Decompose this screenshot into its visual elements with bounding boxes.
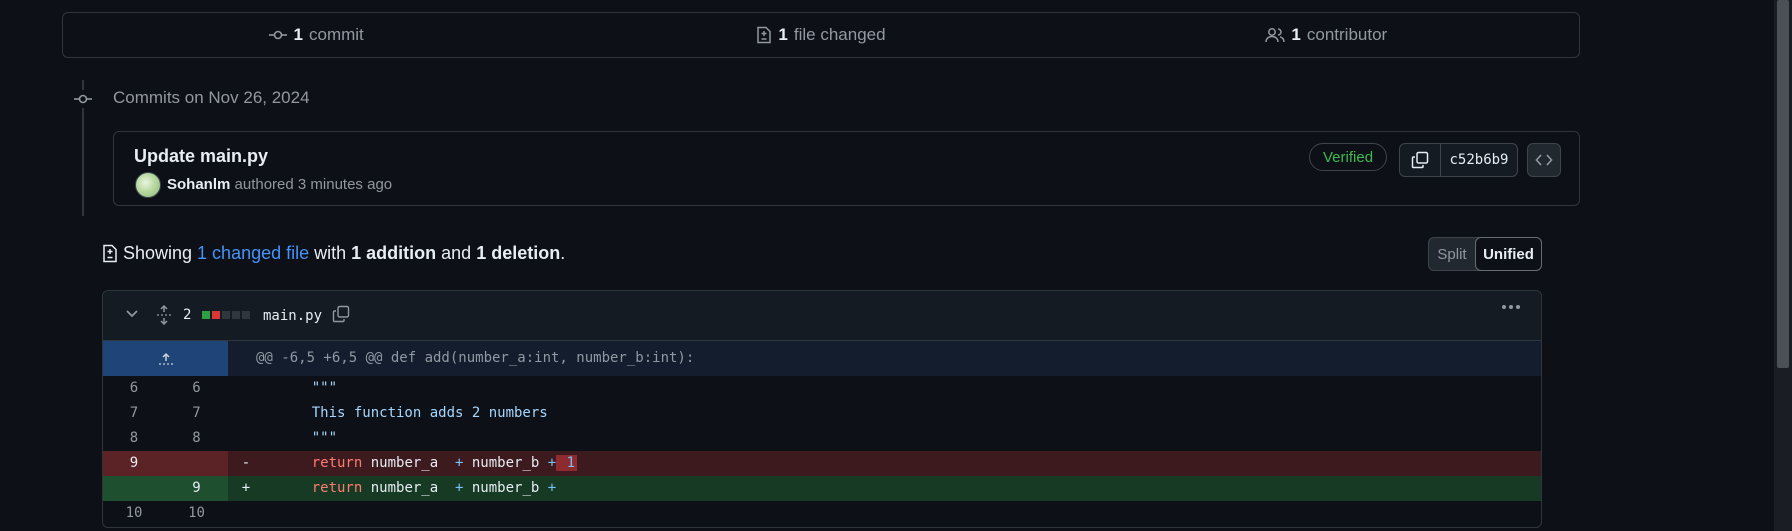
code-line: """ xyxy=(278,380,338,396)
page-scrollbar[interactable] xyxy=(1774,0,1792,531)
hunk-header-text: @@ -6,5 +6,5 @@ def add(number_a:int, nu… xyxy=(256,350,695,366)
commit-node-icon xyxy=(72,90,94,108)
new-line-number[interactable]: 7 xyxy=(165,401,228,426)
commit-summary-bar: 1 commit 1 file changed 1 contributor xyxy=(62,12,1580,58)
additions-count: 1 addition xyxy=(351,243,437,263)
diff-marker xyxy=(228,501,256,526)
file-diff: 2 main.py @@ -6,5 +6,5 @@ def add(number… xyxy=(102,290,1542,528)
new-line-number[interactable]: 9 xyxy=(165,476,228,501)
contributors-count: 1 xyxy=(1291,25,1301,44)
summary-commits[interactable]: 1 commit xyxy=(63,25,568,45)
old-line-number[interactable]: 6 xyxy=(103,376,165,401)
old-line-number[interactable]: 9 xyxy=(103,451,165,476)
diff-view-toggle: Split Unified xyxy=(1428,237,1542,271)
browse-repo-button[interactable] xyxy=(1527,143,1561,177)
diffstat-bar xyxy=(202,311,250,319)
author-link[interactable]: Sohanlm xyxy=(167,176,230,193)
commit-icon xyxy=(268,27,288,43)
old-line-number[interactable]: 8 xyxy=(103,426,165,451)
commits-date-heading: Commits on Nov 26, 2024 xyxy=(113,88,310,107)
diff-table: @@ -6,5 +6,5 @@ def add(number_a:int, nu… xyxy=(103,341,1541,526)
old-line-number[interactable]: 7 xyxy=(103,401,165,426)
copy-icon xyxy=(1411,151,1429,169)
diff-marker xyxy=(228,376,256,401)
code-line: return number_a + number_b + 1 xyxy=(311,455,578,471)
commit-sha-link[interactable]: c52b6b9 xyxy=(1441,144,1517,176)
author-line: Sohanlm authored 3 minutes ago xyxy=(167,176,392,193)
diffstat-square xyxy=(212,311,220,319)
summary-contributors[interactable]: 1 contributor xyxy=(1074,25,1579,45)
diff-marker xyxy=(228,426,256,451)
more-options-icon[interactable] xyxy=(1501,304,1521,310)
diffstat-square xyxy=(202,311,210,319)
deletions-count: 1 deletion xyxy=(476,243,561,263)
showing-with: with xyxy=(314,243,347,263)
commits-count: 1 xyxy=(293,25,303,44)
expand-up-icon xyxy=(158,352,174,366)
files-label: file changed xyxy=(793,25,886,44)
commits-label: commit xyxy=(309,25,364,44)
changed-files-link[interactable]: 1 changed file xyxy=(197,243,309,264)
diff-marker: - xyxy=(241,455,251,471)
diffstat-square xyxy=(222,311,230,319)
file-name-link[interactable]: main.py xyxy=(263,308,322,324)
new-line-number[interactable]: 10 xyxy=(165,501,228,526)
verified-badge[interactable]: Verified xyxy=(1309,143,1388,171)
diffstat-square xyxy=(232,311,240,319)
showing-prefix: Showing xyxy=(123,243,193,263)
showing-and: and xyxy=(441,243,472,263)
file-header: 2 main.py xyxy=(103,291,1541,341)
chevron-down-icon[interactable] xyxy=(125,309,139,319)
expand-up-button[interactable] xyxy=(103,341,228,376)
code-icon xyxy=(1535,153,1553,167)
diff-line: 6 6 """ xyxy=(103,376,1541,401)
commit-card: Update main.py Sohanlm authored 3 minute… xyxy=(113,131,1580,206)
added-line: 9 + return number_a + number_b + xyxy=(103,476,1541,501)
summary-files-changed[interactable]: 1 file changed xyxy=(568,25,1073,45)
hunk-header-row: @@ -6,5 +6,5 @@ def add(number_a:int, nu… xyxy=(103,341,1541,376)
new-line-number[interactable]: 6 xyxy=(165,376,228,401)
diff-summary-line: Showing 1 changed file with 1 addition a… xyxy=(102,243,565,264)
new-line-number[interactable] xyxy=(165,451,228,476)
commit-sha-group: c52b6b9 xyxy=(1399,143,1518,177)
copy-path-icon[interactable] xyxy=(332,305,350,323)
files-count: 1 xyxy=(778,25,788,44)
old-line-number[interactable] xyxy=(103,476,165,501)
contributors-label: contributor xyxy=(1306,25,1388,44)
scrollbar-thumb[interactable] xyxy=(1777,0,1789,368)
code-line: """ xyxy=(278,430,338,446)
file-diff-icon xyxy=(756,26,772,44)
split-view-button[interactable]: Split xyxy=(1429,238,1475,270)
diff-marker: + xyxy=(241,480,251,496)
file-diff-icon xyxy=(102,244,118,263)
authored-time: authored 3 minutes ago xyxy=(234,176,393,193)
new-line-number[interactable]: 8 xyxy=(165,426,228,451)
file-change-count: 2 xyxy=(183,307,192,323)
diff-marker xyxy=(228,401,256,426)
diffstat-square xyxy=(242,311,250,319)
avatar[interactable] xyxy=(135,172,161,198)
unified-view-button[interactable]: Unified xyxy=(1475,237,1542,271)
copy-sha-button[interactable] xyxy=(1400,144,1441,176)
code-line: return number_a + number_b + xyxy=(311,480,557,496)
showing-suffix: . xyxy=(560,243,566,263)
diff-line: 7 7 This function adds 2 numbers xyxy=(103,401,1541,426)
diff-line: 10 10 xyxy=(103,501,1541,526)
people-icon xyxy=(1265,27,1286,43)
old-line-number[interactable]: 10 xyxy=(103,501,165,526)
diff-line: 8 8 """ xyxy=(103,426,1541,451)
code-line: This function adds 2 numbers xyxy=(278,405,548,421)
commit-title-link[interactable]: Update main.py xyxy=(134,146,268,167)
deleted-line: 9 - return number_a + number_b + 1 xyxy=(103,451,1541,476)
expand-all-icon[interactable] xyxy=(156,305,172,325)
